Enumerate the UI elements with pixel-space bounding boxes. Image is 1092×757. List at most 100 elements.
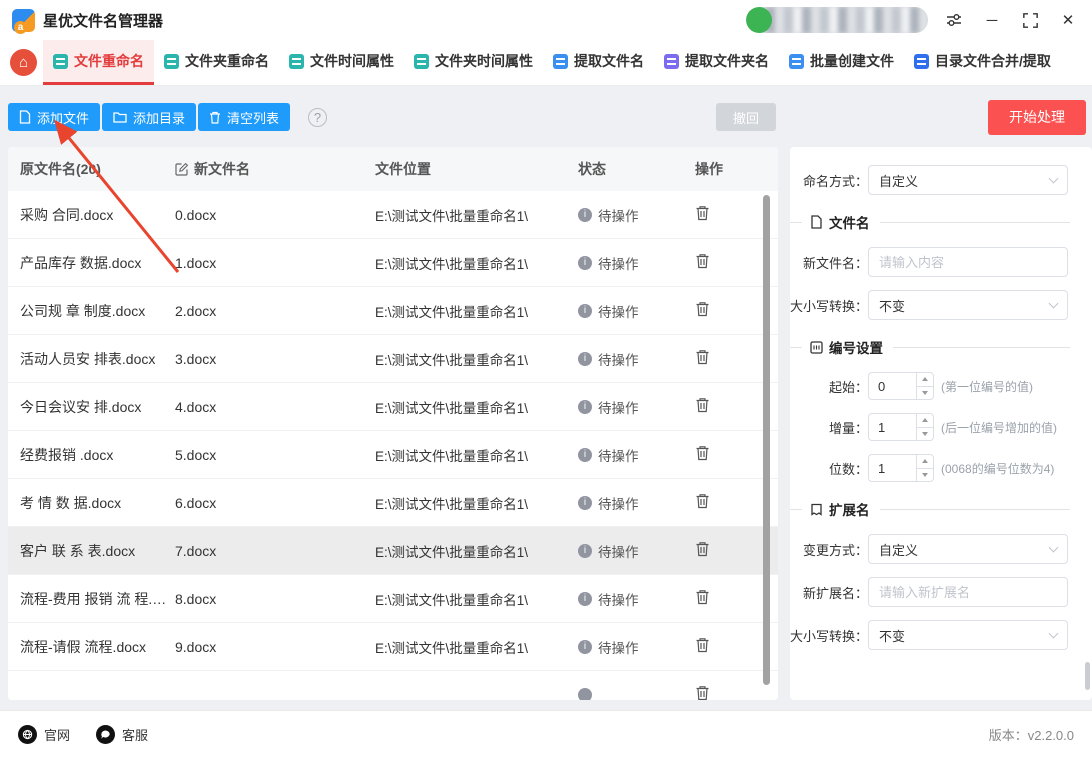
table-scrollbar[interactable] — [763, 195, 770, 685]
stepper-up-icon[interactable] — [917, 414, 933, 428]
start-processing-button[interactable]: 开始处理 — [988, 99, 1086, 135]
help-icon[interactable]: ? — [308, 107, 328, 127]
increment-stepper[interactable]: 1 — [868, 413, 934, 441]
table-row[interactable]: 客户 联 系 表.docx 7.docx E:\测试文件\批量重命名1\ i 待… — [8, 527, 778, 575]
delete-row-icon[interactable] — [695, 253, 710, 269]
digits-label: 位数： — [828, 461, 868, 477]
add-directory-button[interactable]: 添加目录 — [102, 103, 197, 131]
delete-row-icon[interactable] — [695, 397, 710, 413]
delete-row-icon[interactable] — [695, 301, 710, 317]
home-button[interactable]: ⌂ — [10, 49, 37, 76]
user-account-area[interactable] — [746, 7, 928, 33]
stepper-up-icon[interactable] — [917, 455, 933, 469]
status-text: 待操作 — [598, 544, 639, 560]
table-row[interactable]: 流程-请假 流程.docx 9.docx E:\测试文件\批量重命名1\ i 待… — [8, 623, 778, 671]
file-icon — [19, 110, 31, 124]
trash-icon — [210, 111, 221, 124]
official-site-link[interactable]: 官网 — [18, 724, 70, 744]
customer-support-link[interactable]: 客服 — [96, 724, 148, 744]
new-filename: 2.docx — [175, 302, 217, 319]
delete-row-icon[interactable] — [695, 637, 710, 653]
minimize-button[interactable]: ─ — [980, 8, 1004, 32]
extension-section: 扩展名 — [790, 499, 1070, 519]
undo-button[interactable]: 撤回 — [715, 103, 776, 131]
table-row[interactable]: 公司规 章 制度.docx 2.docx E:\测试文件\批量重命名1\ i 待… — [8, 287, 778, 335]
tab-batch-create[interactable]: 批量创建文件 — [779, 40, 904, 85]
folder-icon — [113, 112, 127, 123]
stepper-down-icon[interactable] — [917, 387, 933, 400]
file-path: E:\测试文件\批量重命名1\ — [375, 592, 529, 608]
delete-row-icon[interactable] — [695, 493, 710, 509]
tab-file-rename[interactable]: 文件重命名 — [43, 40, 154, 85]
naming-method-select[interactable]: 自定义 — [868, 165, 1068, 195]
new-filename: 1.docx — [175, 254, 217, 271]
tab-merge-extract[interactable]: 目录文件合并/提取 — [904, 40, 1061, 85]
change-method-select[interactable]: 自定义 — [868, 534, 1068, 564]
original-filename: 考 情 数 据.docx — [20, 494, 122, 511]
tab-extract-foldername[interactable]: 提取文件夹名 — [654, 40, 779, 85]
table-row[interactable]: 今日会议安 排.docx 4.docx E:\测试文件\批量重命名1\ i 待操… — [8, 383, 778, 431]
maximize-button[interactable] — [1018, 8, 1042, 32]
chevron-down-icon — [1048, 173, 1059, 184]
delete-row-icon[interactable] — [695, 589, 710, 605]
delete-row-icon[interactable] — [695, 205, 710, 221]
delete-row-icon[interactable] — [695, 541, 710, 557]
table-row[interactable] — [8, 671, 778, 700]
add-file-button[interactable]: 添加文件 — [8, 103, 101, 131]
new-extension-input[interactable] — [868, 577, 1068, 607]
actions-cell — [695, 685, 778, 700]
table-row[interactable]: 流程-费用 报销 流 程.d... 8.docx E:\测试文件\批量重命名1\… — [8, 575, 778, 623]
new-filename-label: 新文件名： — [802, 255, 868, 271]
info-icon — [578, 687, 592, 700]
delete-row-icon[interactable] — [695, 349, 710, 365]
extract-filename-icon — [553, 53, 568, 69]
table-row[interactable]: 产品库存 数据.docx 1.docx E:\测试文件\批量重命名1\ i 待操… — [8, 239, 778, 287]
info-icon: i — [578, 639, 592, 654]
tab-file-time[interactable]: 文件时间属性 — [279, 40, 404, 85]
case-convert-select[interactable]: 不变 — [868, 290, 1068, 320]
filename-section-title: 文件名 — [829, 216, 870, 231]
stepper-up-icon[interactable] — [917, 373, 933, 387]
status-text: 待操作 — [598, 208, 639, 224]
column-header-original-name: 原文件名(20) — [20, 161, 101, 177]
status-text: 待操作 — [598, 352, 639, 368]
status-text: 待操作 — [598, 304, 639, 320]
new-filename: 4.docx — [175, 398, 217, 415]
table-row[interactable]: 采购 合同.docx 0.docx E:\测试文件\批量重命名1\ i 待操作 — [8, 191, 778, 239]
file-path: E:\测试文件\批量重命名1\ — [375, 352, 529, 368]
file-path: E:\测试文件\批量重命名1\ — [375, 544, 529, 560]
new-filename: 8.docx — [175, 590, 217, 607]
tab-folder-time[interactable]: 文件夹时间属性 — [404, 40, 543, 85]
status-cell — [578, 687, 695, 700]
settings-sliders-icon[interactable] — [942, 8, 966, 32]
start-number-stepper[interactable]: 0 — [868, 372, 934, 400]
titlebar: 星优文件名管理器 ─ ✕ — [0, 0, 1092, 40]
status-text: 待操作 — [598, 640, 639, 656]
digits-stepper[interactable]: 1 — [868, 454, 934, 482]
extension-section-title: 扩展名 — [829, 503, 870, 518]
column-header-status: 状态 — [578, 161, 606, 177]
file-path: E:\测试文件\批量重命名1\ — [375, 496, 529, 512]
delete-row-icon[interactable] — [695, 445, 710, 461]
new-filename: 3.docx — [175, 350, 217, 367]
close-button[interactable]: ✕ — [1056, 8, 1080, 32]
stepper-down-icon[interactable] — [917, 428, 933, 441]
footer: 官网 客服 版本：v2.2.0.0 — [0, 710, 1092, 757]
panel-scrollbar[interactable] — [1085, 662, 1090, 690]
clear-list-button[interactable]: 清空列表 — [198, 103, 291, 131]
tab-folder-rename[interactable]: 文件夹重命名 — [154, 40, 279, 85]
avatar — [746, 7, 772, 33]
customer-support-icon — [96, 724, 116, 744]
original-filename: 流程-请假 流程.docx — [20, 638, 147, 655]
table-row[interactable]: 活动人员安 排表.docx 3.docx E:\测试文件\批量重命名1\ i 待… — [8, 335, 778, 383]
original-filename: 今日会议安 排.docx — [20, 398, 142, 415]
new-filename-input[interactable] — [868, 247, 1068, 277]
delete-row-icon[interactable] — [695, 685, 710, 700]
tab-extract-filename[interactable]: 提取文件名 — [543, 40, 654, 85]
ext-case-convert-select[interactable]: 不变 — [868, 620, 1068, 650]
stepper-down-icon[interactable] — [917, 469, 933, 482]
new-extension-label: 新扩展名： — [802, 585, 868, 601]
start-number-label: 起始： — [828, 379, 868, 395]
table-row[interactable]: 考 情 数 据.docx 6.docx E:\测试文件\批量重命名1\ i 待操… — [8, 479, 778, 527]
table-row[interactable]: 经费报销 .docx 5.docx E:\测试文件\批量重命名1\ i 待操作 — [8, 431, 778, 479]
